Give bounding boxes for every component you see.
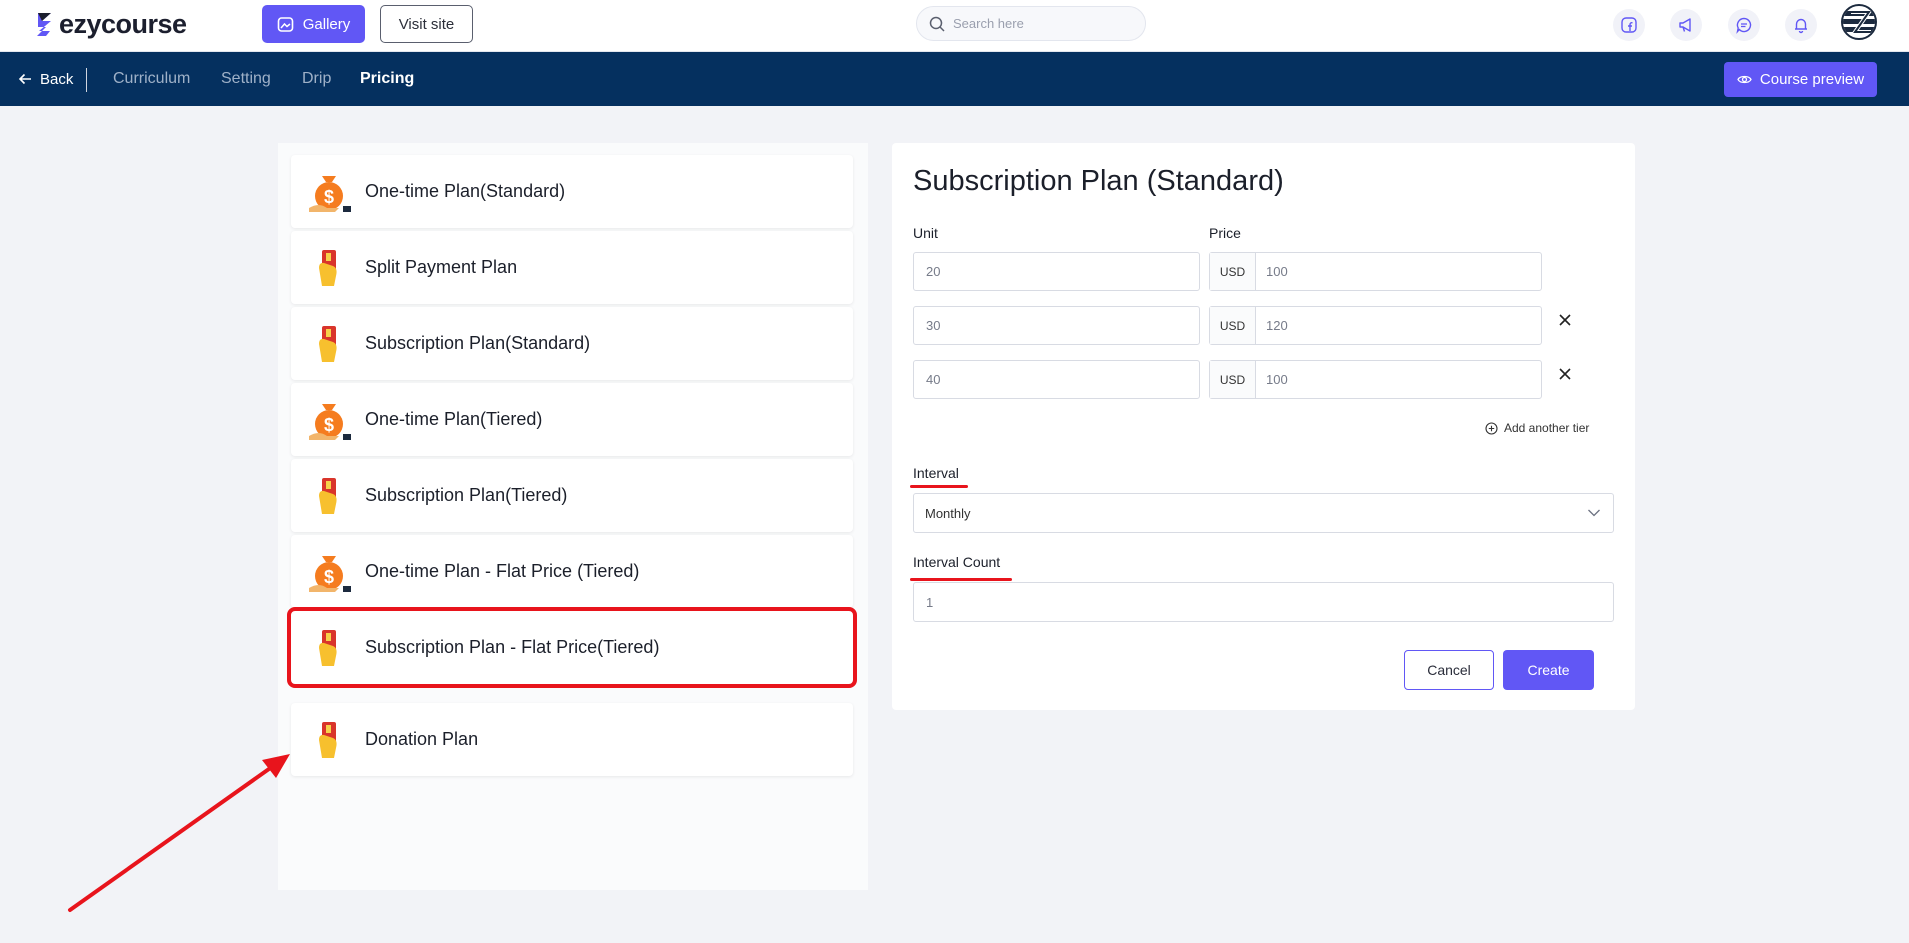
plan-label: Split Payment Plan	[365, 257, 518, 277]
price-label: Price	[1209, 225, 1241, 241]
interval-selected-value: Monthly	[925, 505, 971, 521]
tier-unit-field[interactable]	[913, 252, 1200, 291]
chevron-down-icon	[1588, 509, 1600, 517]
tab-setting[interactable]: Setting	[221, 52, 271, 106]
card-hand-icon	[319, 326, 337, 362]
plan-item-one-time-flat-tiered[interactable]: $ One-time Plan - Flat Price (Tiered)	[291, 535, 853, 608]
plan-item-one-time-standard[interactable]: $ One-time Plan(Standard)	[291, 155, 853, 228]
plan-type-list: $ One-time Plan(Standard) Split Payment …	[278, 143, 868, 890]
chat-icon[interactable]	[1728, 9, 1760, 41]
visit-site-button-label: Visit site	[398, 15, 455, 33]
interval-select[interactable]: Monthly	[913, 493, 1614, 533]
facebook-icon[interactable]	[1613, 9, 1645, 41]
avatar-logo-icon	[1843, 10, 1875, 34]
course-subnav: Back Curriculum Setting Drip Pricing	[0, 52, 1909, 106]
course-preview-label: Course preview	[1759, 71, 1865, 88]
tab-drip[interactable]: Drip	[302, 52, 331, 106]
plan-label: Subscription Plan - Flat Price(Tiered)	[365, 637, 660, 657]
visit-site-button[interactable]: Visit site	[380, 5, 473, 43]
unit-label: Unit	[913, 225, 938, 241]
bell-icon[interactable]	[1785, 9, 1817, 41]
plan-item-one-time-tiered[interactable]: $ One-time Plan(Tiered)	[291, 383, 853, 456]
create-button[interactable]: Create	[1503, 650, 1594, 690]
add-tier-button[interactable]: Add another tier	[1485, 421, 1589, 435]
plus-circle-icon	[1485, 421, 1498, 435]
interval-count-input[interactable]	[914, 583, 1613, 621]
megaphone-icon[interactable]	[1670, 9, 1702, 41]
plan-label: Subscription Plan(Standard)	[365, 333, 591, 353]
arrow-left-icon	[18, 73, 31, 85]
close-icon	[1559, 368, 1571, 380]
gallery-button[interactable]: Gallery	[262, 5, 365, 43]
brand-logo[interactable]: ezycourse	[34, 8, 187, 40]
gallery-icon	[277, 16, 294, 32]
user-avatar[interactable]	[1841, 4, 1877, 40]
plan-label: Donation Plan	[365, 729, 479, 749]
money-bag-icon: $	[309, 556, 351, 592]
search-icon	[929, 16, 945, 32]
currency-label: USD	[1210, 361, 1256, 398]
card-hand-icon	[319, 250, 337, 286]
tier-unit-field[interactable]	[913, 360, 1200, 399]
remove-tier-button[interactable]	[1556, 311, 1574, 329]
plan-label: One-time Plan - Flat Price (Tiered)	[365, 561, 640, 581]
plan-item-subscription-tiered[interactable]: Subscription Plan(Tiered)	[291, 459, 853, 532]
tab-pricing[interactable]: Pricing	[360, 52, 414, 106]
tier-price-input[interactable]	[1256, 307, 1541, 344]
svg-text:$: $	[324, 415, 334, 435]
card-hand-icon	[319, 630, 337, 666]
currency-label: USD	[1210, 307, 1256, 344]
interval-count-annotation-underline	[910, 578, 1012, 581]
svg-text:$: $	[324, 567, 334, 587]
back-button[interactable]: Back	[18, 52, 73, 106]
tier-unit-input[interactable]	[914, 253, 1199, 290]
money-bag-icon: $	[309, 404, 351, 440]
tier-unit-field[interactable]	[913, 306, 1200, 345]
tier-price-field[interactable]: USD	[1209, 306, 1542, 345]
plan-item-split-payment[interactable]: Split Payment Plan	[291, 231, 853, 304]
money-bag-icon: $	[309, 176, 351, 212]
remove-tier-button[interactable]	[1556, 365, 1574, 383]
currency-label: USD	[1210, 253, 1256, 290]
cancel-button[interactable]: Cancel	[1404, 650, 1494, 690]
plan-item-donation[interactable]: Donation Plan	[291, 703, 853, 776]
tier-price-input[interactable]	[1256, 253, 1541, 290]
gallery-button-label: Gallery	[302, 15, 351, 33]
svg-text:$: $	[324, 187, 334, 207]
close-icon	[1559, 314, 1571, 326]
brand-name: ezycourse	[59, 8, 187, 39]
tier-price-field[interactable]: USD	[1209, 252, 1542, 291]
search-input[interactable]	[953, 16, 1123, 31]
tab-curriculum[interactable]: Curriculum	[113, 52, 190, 106]
plan-form-panel: Subscription Plan (Standard) Unit Price …	[892, 143, 1635, 710]
tier-price-field[interactable]: USD	[1209, 360, 1542, 399]
card-hand-icon	[319, 478, 337, 514]
card-hand-icon	[319, 722, 337, 758]
tier-unit-input[interactable]	[914, 307, 1199, 344]
form-title: Subscription Plan (Standard)	[913, 165, 1284, 197]
interval-count-label: Interval Count	[913, 554, 1001, 570]
ezycourse-logo-icon	[37, 13, 51, 36]
interval-annotation-underline	[910, 485, 968, 488]
back-label: Back	[40, 70, 74, 88]
tier-unit-input[interactable]	[914, 361, 1199, 398]
plan-item-subscription-standard[interactable]: Subscription Plan(Standard)	[291, 307, 853, 380]
plan-item-subscription-flat-tiered[interactable]: Subscription Plan - Flat Price(Tiered)	[287, 607, 857, 688]
search-box[interactable]	[916, 6, 1146, 41]
top-header: ezycourse Gallery Visit site	[0, 0, 1909, 52]
course-preview-button[interactable]: Course preview	[1724, 62, 1877, 97]
interval-count-field[interactable]	[913, 582, 1614, 622]
add-tier-label: Add another tier	[1504, 421, 1590, 435]
eye-icon	[1737, 75, 1752, 84]
interval-label: Interval	[913, 465, 959, 481]
plan-label: One-time Plan(Tiered)	[365, 409, 543, 429]
plan-label: One-time Plan(Standard)	[365, 181, 566, 201]
nav-divider	[86, 68, 87, 92]
tier-price-input[interactable]	[1256, 361, 1541, 398]
plan-label: Subscription Plan(Tiered)	[365, 485, 568, 505]
